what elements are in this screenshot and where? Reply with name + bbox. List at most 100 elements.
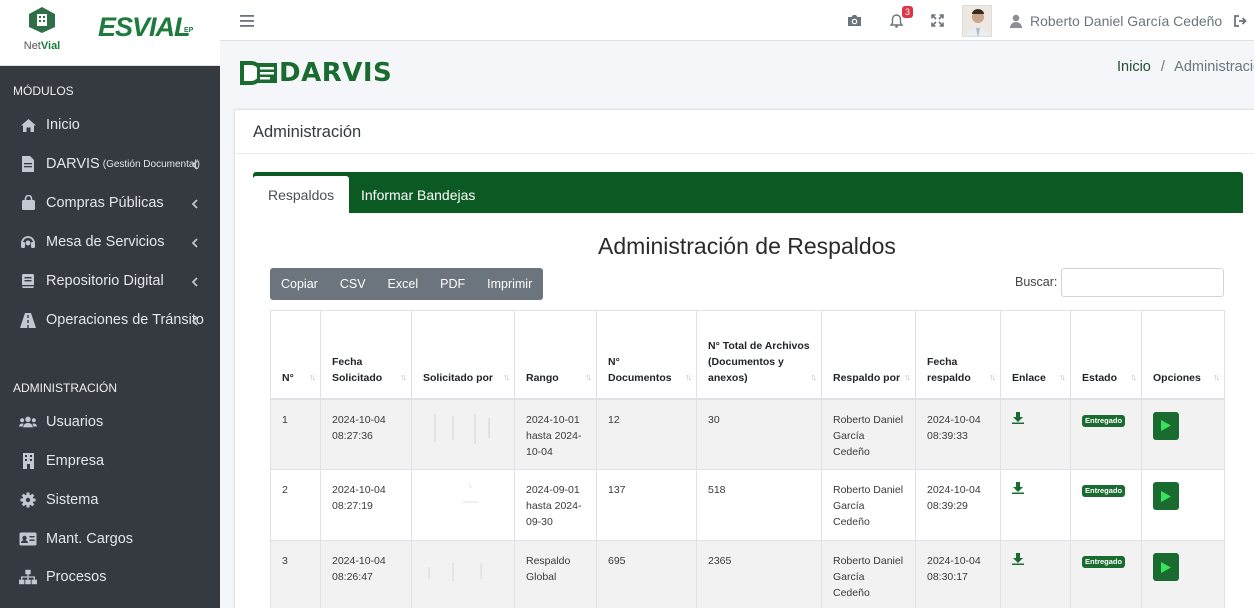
cell-opciones [1141,540,1225,608]
copy-button[interactable]: Copiar [270,268,329,300]
sidebar-item-label: Usuarios [46,414,104,430]
cell-opciones [1141,469,1225,541]
user-avatar-button[interactable] [962,0,992,41]
table-row: 2 2024-10-04 08:27:19 2024-09-01 hasta 2… [270,469,1225,541]
column-header-opciones[interactable]: Opciones ↑↓ [1141,310,1225,399]
sidebar-item-label: Empresa [46,453,105,469]
column-header-total-archivos[interactable]: N° Total de Archivos (Documentos y anexo… [696,310,822,399]
sidebar-item-sistema[interactable]: Sistema [0,483,220,517]
csv-button[interactable]: CSV [329,268,377,300]
column-header-fecha-solicitado[interactable]: Fecha Solicitado ↑↓ [320,310,412,399]
download-icon[interactable] [1012,482,1024,494]
chevron-left-icon [191,236,198,252]
download-icon[interactable] [1012,411,1024,424]
play-button[interactable] [1153,482,1179,510]
cell-documentos: 137 [596,469,697,541]
cell-opciones [1141,398,1225,470]
sidebar-item-inicio[interactable]: Inicio [0,108,220,142]
column-header-solicitado-por[interactable]: Solicitado por ↑↓ [411,310,515,399]
tab-respaldos[interactable]: Respaldos [253,176,350,213]
breadcrumb-current: Administración [1174,59,1254,75]
sidebar-item-darvis[interactable]: DARVIS (Gestión Documental) [0,147,220,181]
sort-icon: ↑↓ [1059,371,1066,382]
cell-n: 1 [270,398,321,470]
card-title: Administración [253,123,362,141]
sidebar-item-empresa[interactable]: Empresa [0,444,220,478]
column-header-respaldo-por[interactable]: Respaldo por ↑↓ [821,310,916,399]
cell-fecha-solicitado: 2024-10-04 08:27:36 [320,398,412,470]
cell-fecha-solicitado: 2024-10-04 08:26:47 [320,540,412,608]
tab-bar: Respaldos Informar Bandejas [253,172,1243,213]
excel-button[interactable]: Excel [377,268,430,300]
notifications-button[interactable]: 3 [890,0,914,41]
cell-enlace [1000,469,1071,541]
nav-header-modules: MÓDULOS [13,84,74,98]
cell-rango: 2024-10-01 hasta 2024-10-04 [514,398,597,470]
sort-icon: ↑↓ [309,371,316,382]
chevron-left-icon [191,314,198,330]
user-icon [1010,14,1022,28]
netvial-logo[interactable]: NetVial [18,6,66,52]
fullscreen-button[interactable] [931,0,944,41]
card-divider [235,153,1254,154]
cell-respaldo-por: Roberto Daniel García Cedeño [821,469,916,541]
column-header-estado[interactable]: Estado ↑↓ [1070,310,1142,399]
sidebar-item-mesa-servicios[interactable]: Mesa de Servicios [0,225,220,259]
cell-total-archivos: 2365 [696,540,822,608]
sidebar-item-label: Inicio [46,117,80,133]
person-photo-icon [963,5,991,36]
sidebar-item-repositorio[interactable]: Repositorio Digital [0,264,220,298]
column-header-fecha-respaldo[interactable]: Fecha respaldo ↑↓ [915,310,1001,399]
sort-icon: ↑↓ [1130,371,1137,382]
esvial-logo[interactable]: ESVIAL [98,12,191,43]
pdf-button[interactable]: PDF [429,268,476,300]
sidebar-item-cargos[interactable]: Mant. Cargos [0,522,220,556]
redacted-content [434,413,490,444]
sort-icon: ↑↓ [989,371,996,382]
book-icon [19,272,37,290]
sidebar-item-sublabel: (Gestión Documental) [102,158,200,170]
tab-informar-bandejas[interactable]: Informar Bandejas [346,176,490,213]
darvis-logo: DARVIS [239,58,392,88]
sort-icon: ↑↓ [904,371,911,382]
cell-fecha-respaldo: 2024-10-04 08:30:17 [915,540,1001,608]
camera-button[interactable] [847,0,862,41]
sort-icon: ↑↓ [400,371,407,382]
breadcrumb-home-link[interactable]: Inicio [1117,59,1151,75]
cell-fecha-respaldo: 2024-10-04 08:39:33 [915,398,1001,470]
sort-icon: ↑↓ [685,371,692,382]
export-button-group: Copiar CSV Excel PDF Imprimir [270,268,544,300]
sidebar-item-label: Mant. Cargos [46,531,134,547]
cell-rango: 2024-09-01 hasta 2024-09-30 [514,469,597,541]
column-header-n[interactable]: N° ↑↓ [270,310,321,399]
sidebar-item-operaciones[interactable]: Operaciones de Tránsito [0,303,220,337]
expand-icon [931,14,944,27]
road-icon [19,311,37,329]
sidebar-item-compras[interactable]: Compras Públicas [0,186,220,220]
print-button[interactable]: Imprimir [476,268,543,300]
users-icon [19,413,37,431]
sidebar-item-label: Compras Públicas [46,195,164,211]
cell-fecha-respaldo: 2024-10-04 08:39:29 [915,469,1001,541]
logout-button[interactable] [1234,0,1248,41]
download-icon[interactable] [1012,553,1024,565]
sidebar-item-usuarios[interactable]: Usuarios [0,405,220,439]
column-header-rango[interactable]: Rango ↑↓ [514,310,597,399]
hamburger-menu-button[interactable] [240,0,254,41]
play-button[interactable] [1153,411,1179,440]
cell-estado: Entregado [1070,469,1142,541]
cell-enlace [1000,398,1071,470]
cell-respaldo-por: Roberto Daniel García Cedeño [821,540,916,608]
column-header-enlace[interactable]: Enlace ↑↓ [1000,310,1071,399]
sidebar-item-procesos[interactable]: Procesos [0,560,220,594]
user-menu[interactable]: Roberto Daniel García Cedeño [1010,0,1222,41]
column-header-documentos[interactable]: N° Documentos ↑↓ [596,310,697,399]
sidebar-item-label: Sistema [46,492,99,508]
logout-icon [1234,14,1247,27]
play-button[interactable] [1153,553,1179,581]
avatar [962,4,992,37]
camera-icon [848,15,861,26]
search-input[interactable] [1061,268,1224,297]
search-label: Buscar: [1015,275,1058,289]
sort-icon: ↑↓ [810,371,817,382]
